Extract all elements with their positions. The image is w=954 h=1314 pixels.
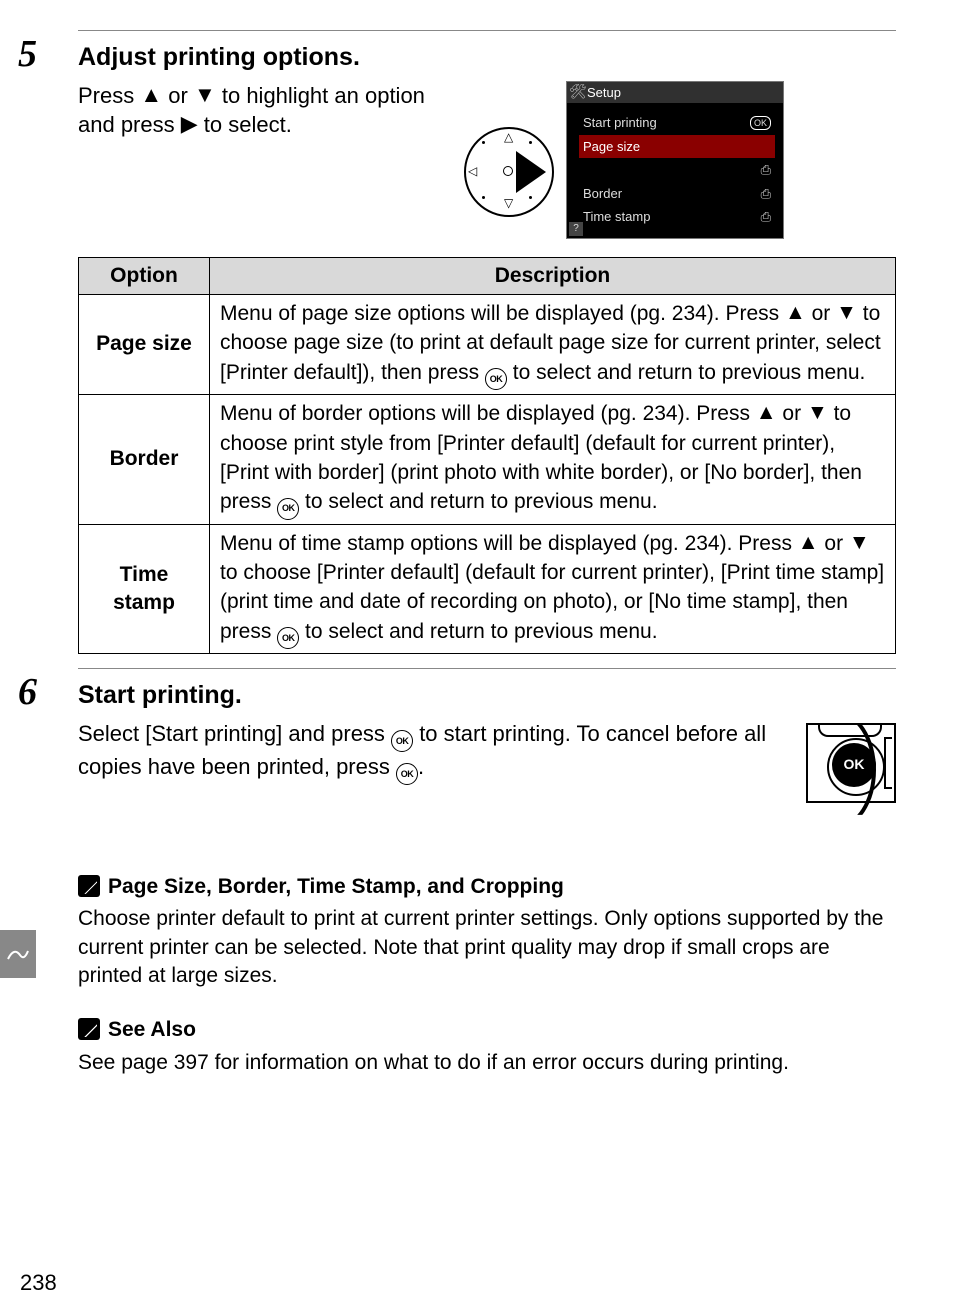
menu-item: Time stamp ⎙ [579,205,775,229]
option-name: Time stamp [79,524,210,653]
printer-icon: ⎙ [761,185,771,203]
menu-item: Border ⎙ [579,182,775,206]
section-step-6: 6 Start printing. Select [Start printing… [78,679,896,803]
menu-item: ⎙ [579,158,775,182]
menu-item-label: Border [583,185,622,203]
wrench-icon: 🛠 [569,82,583,98]
note-page-size-border: Page Size, Border, Time Stamp, and Cropp… [78,873,896,990]
text: Press [78,83,140,108]
top-rule [78,30,896,31]
note-see-also: See Also See page 397 for information on… [78,1016,896,1077]
table-row: BorderMenu of border options will be dis… [79,395,896,524]
menu-item-label: Page size [583,138,640,156]
note-icon [78,875,100,897]
option-description: Menu of border options will be displayed… [210,395,896,524]
step-title: Adjust printing options. [78,41,896,75]
step-number: 6 [18,667,37,718]
option-name: Page size [79,295,210,395]
down-icon: ▼ [194,80,216,110]
dpad-center-icon [503,166,513,176]
menu-item-label: Time stamp [583,208,650,226]
options-table: Option Description Page sizeMenu of page… [78,257,896,654]
up-icon: ▲ [798,528,819,557]
right-icon: ▶ [181,109,198,139]
step-number: 5 [18,29,37,80]
th-description: Description [210,257,896,294]
text: to select. [204,112,292,137]
up-icon: ▲ [785,298,806,327]
menu-item-label: Start printing [583,114,657,132]
down-icon: ▼ [807,398,828,427]
ok-icon: OK [396,763,418,785]
up-icon: ▲ [756,398,777,427]
ok-icon: OK [485,368,507,390]
text: . [418,754,424,779]
printer-icon: ⎙ [761,208,771,226]
printer-icon: ⎙ [761,161,771,179]
camera-setup-menu: 🛠 Setup Start printingOKPage size⎙Border… [566,81,784,239]
dpad-right-icon [516,151,546,193]
note-title: See Also [108,1018,196,1041]
help-icon: ? [569,222,583,236]
text: Select [Start printing] and press [78,721,391,746]
note-title: Page Size, Border, Time Stamp, and Cropp… [108,875,564,898]
note-icon [78,1018,100,1040]
option-description: Menu of time stamp options will be displ… [210,524,896,653]
ok-icon: OK [391,730,413,752]
th-option: Option [79,257,210,294]
table-row: Time stampMenu of time stamp options wil… [79,524,896,653]
option-name: Border [79,395,210,524]
note-body: See page 397 for information on what to … [78,1049,896,1077]
down-icon: ▼ [849,528,870,557]
step-body: Press ▲ or ▼ to highlight an option and … [78,81,448,140]
table-row: Page sizeMenu of page size options will … [79,295,896,395]
down-icon: ▼ [836,298,857,327]
step-title: Start printing. [78,679,896,713]
mid-rule [78,668,896,669]
ok-icon: OK [277,627,299,649]
dpad-down-icon: ▽ [504,197,513,209]
step-body: Select [Start printing] and press OK to … [78,719,790,785]
option-description: Menu of page size options will be displa… [210,295,896,395]
dpad-up-icon: △ [504,131,513,143]
up-icon: ▲ [140,80,162,110]
dpad-diagram: △ ▽ ◁ [464,127,550,213]
ok-icon: OK [750,116,771,130]
dpad-left-icon: ◁ [468,165,477,177]
ok-button-diagram: OK [806,723,896,803]
text: or [168,83,194,108]
menu-item: Start printing OK [579,111,775,135]
section-tab-icon [0,930,36,978]
section-step-5: 5 Adjust printing options. Press ▲ or ▼ … [78,41,896,654]
menu-item: Page size [579,135,775,159]
ok-button-label: OK [832,743,876,787]
menu-title: Setup [587,85,621,100]
ok-icon: OK [277,498,299,520]
page-number: 238 [20,1268,57,1298]
note-body: Choose printer default to print at curre… [78,905,896,990]
